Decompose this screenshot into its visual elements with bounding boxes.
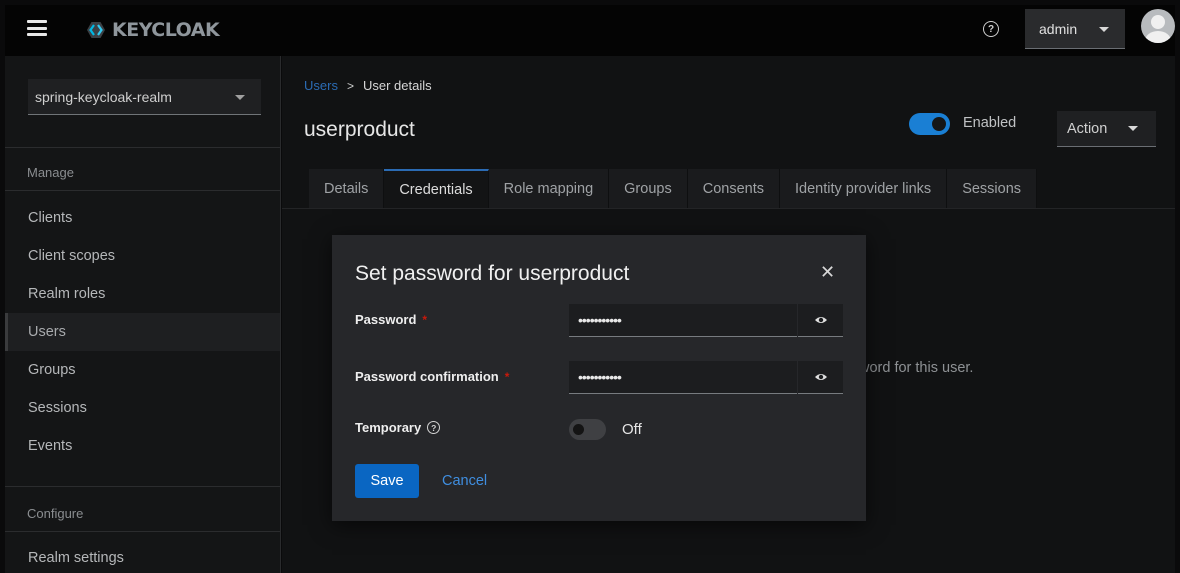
caret-down-icon: [235, 95, 245, 100]
sidebar-item-client-scopes[interactable]: Client scopes: [5, 237, 280, 275]
tab-details[interactable]: Details: [309, 169, 385, 209]
sidebar-divider: [5, 486, 280, 487]
save-button[interactable]: Save: [355, 464, 419, 498]
required-asterisk: *: [422, 312, 428, 327]
eye-icon: [814, 374, 827, 380]
keycloak-logo[interactable]: KEYCLOAK: [83, 18, 220, 42]
caret-down-icon: [1128, 126, 1138, 131]
show-password-confirmation-button[interactable]: [798, 361, 843, 394]
sidebar-item-clients[interactable]: Clients: [5, 199, 280, 237]
nav-group-configure: Configure: [27, 506, 84, 521]
tab-groups[interactable]: Groups: [609, 169, 688, 209]
password-confirmation-input[interactable]: •••••••••••: [569, 361, 797, 394]
tab-consents[interactable]: Consents: [687, 169, 780, 209]
sidebar-divider: [5, 531, 280, 532]
temporary-label-text: Temporary: [355, 420, 422, 435]
sidebar-item-realm-roles[interactable]: Realm roles: [5, 275, 280, 313]
logo-text: KEYCLOAK: [112, 19, 220, 41]
sidebar-item-users[interactable]: Users: [5, 313, 280, 351]
action-dropdown[interactable]: Action: [1057, 111, 1156, 147]
tab-sessions[interactable]: Sessions: [947, 169, 1038, 209]
content-divider: [282, 208, 1175, 209]
enabled-label: Enabled: [963, 115, 1017, 131]
masthead: KEYCLOAK ? admin: [5, 5, 1175, 56]
empty-state-text: word for this user.: [859, 360, 974, 376]
breadcrumb: Users > User details: [304, 78, 432, 93]
keycloak-logo-icon: [87, 22, 105, 38]
password-confirmation-label: Password confirmation *: [355, 369, 509, 384]
user-dropdown-label: admin: [1039, 20, 1078, 37]
page-title: userproduct: [304, 118, 415, 141]
temporary-label: Temporary ?: [355, 420, 441, 435]
password-label: Password *: [355, 312, 427, 327]
tab-credentials[interactable]: Credentials: [384, 169, 489, 209]
enabled-toggle[interactable]: [909, 113, 950, 135]
realm-selector-label: spring-keycloak-realm: [35, 88, 172, 105]
password-confirmation-label-text: Password confirmation: [355, 369, 499, 384]
sidebar-divider: [5, 147, 280, 148]
nav-group-manage: Manage: [27, 165, 74, 180]
password-input[interactable]: •••••••••••: [569, 304, 797, 337]
hamburger-menu-icon[interactable]: [27, 20, 47, 36]
eye-icon: [814, 317, 827, 323]
breadcrumb-users-link[interactable]: Users: [304, 78, 338, 93]
show-password-button[interactable]: [798, 304, 843, 337]
sidebar-item-sessions[interactable]: Sessions: [5, 389, 280, 427]
modal-title: Set password for userproduct: [355, 262, 630, 285]
breadcrumb-current: User details: [362, 78, 432, 93]
help-icon[interactable]: ?: [427, 421, 441, 434]
set-password-modal: Set password for userproduct ✕ Password …: [332, 235, 866, 521]
tab-identity-provider-links[interactable]: Identity provider links: [779, 169, 948, 209]
sidebar-divider: [5, 190, 280, 191]
temporary-state-label: Off: [622, 421, 642, 438]
breadcrumb-separator-icon: >: [346, 78, 354, 93]
realm-selector[interactable]: spring-keycloak-realm: [28, 79, 261, 115]
close-icon[interactable]: ✕: [820, 262, 835, 283]
sidebar-item-groups[interactable]: Groups: [5, 351, 280, 389]
tab-role-mapping[interactable]: Role mapping: [488, 169, 610, 209]
help-icon[interactable]: ?: [983, 21, 999, 37]
user-dropdown[interactable]: admin: [1025, 9, 1125, 49]
sidebar-item-events[interactable]: Events: [5, 427, 280, 465]
cancel-button[interactable]: Cancel: [433, 464, 496, 498]
avatar[interactable]: [1141, 9, 1175, 43]
temporary-toggle[interactable]: [569, 419, 606, 440]
sidebar-item-realm-settings[interactable]: Realm settings: [5, 539, 280, 573]
caret-down-icon: [1099, 27, 1109, 32]
user-tabs: Details Credentials Role mapping Groups …: [309, 169, 1038, 209]
sidebar: spring-keycloak-realm Manage Clients Cli…: [5, 56, 281, 573]
required-asterisk: *: [504, 369, 510, 384]
action-dropdown-label: Action: [1067, 120, 1108, 137]
password-label-text: Password: [355, 312, 417, 327]
